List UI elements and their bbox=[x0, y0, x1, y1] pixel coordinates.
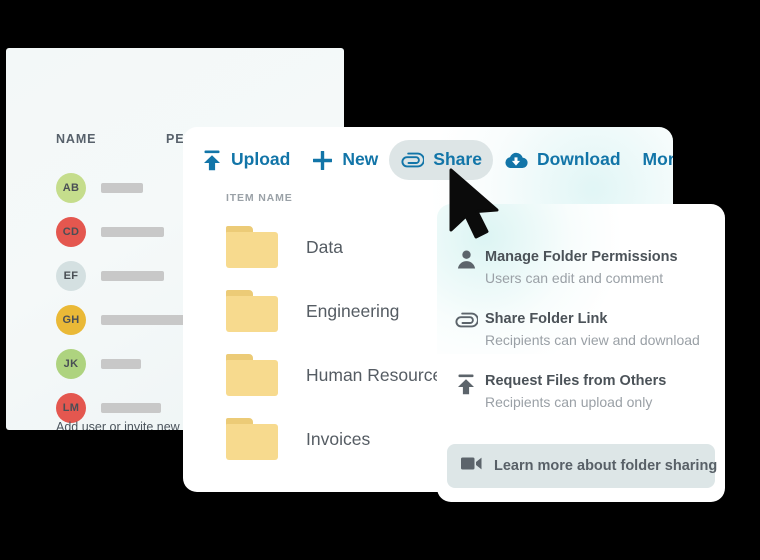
share-menu-items: Manage Folder Permissions Users can edit … bbox=[447, 238, 715, 424]
column-header-name: NAME bbox=[56, 132, 97, 146]
share-menu-item-subtitle: Recipients can view and download bbox=[485, 331, 700, 348]
toolbar-button-download[interactable]: Download bbox=[493, 140, 632, 180]
share-menu-item[interactable]: Request Files from Others Recipients can … bbox=[447, 362, 715, 424]
avatar: CD bbox=[56, 217, 86, 247]
plus-icon bbox=[312, 150, 333, 171]
folder-name: Data bbox=[306, 236, 343, 257]
file-toolbar: Upload New Share Download More bbox=[183, 127, 673, 193]
permission-bar bbox=[101, 359, 141, 369]
toolbar-button-more[interactable]: More bbox=[632, 140, 673, 180]
permission-bar bbox=[101, 403, 161, 413]
avatar: EF bbox=[56, 261, 86, 291]
folder-icon bbox=[226, 354, 278, 396]
avatar: JK bbox=[56, 349, 86, 379]
folder-icon bbox=[226, 418, 278, 460]
paperclip-icon bbox=[400, 152, 425, 168]
share-menu-item-subtitle: Recipients can upload only bbox=[485, 393, 653, 410]
folder-name: Engineering bbox=[306, 300, 400, 321]
toolbar-button-label: More bbox=[642, 149, 673, 170]
cloud-download-icon bbox=[504, 151, 528, 170]
column-header-item-name: ITEM NAME bbox=[226, 192, 293, 204]
folder-icon bbox=[226, 226, 278, 268]
toolbar-button-share[interactable]: Share bbox=[389, 140, 493, 180]
paperclip-icon bbox=[447, 310, 485, 328]
folder-icon bbox=[226, 290, 278, 332]
share-menu-item-text: Share Folder Link Recipients can view and… bbox=[485, 310, 700, 350]
person-icon bbox=[447, 248, 485, 269]
video-camera-icon bbox=[461, 456, 482, 476]
upload-icon bbox=[202, 150, 222, 171]
add-user-label: Add user or invite new pe bbox=[56, 420, 198, 430]
share-menu-item[interactable]: Share Folder Link Recipients can view and… bbox=[447, 300, 715, 362]
permission-bar bbox=[101, 271, 164, 281]
share-menu-item-title: Request Files from Others bbox=[485, 373, 667, 390]
avatar: LM bbox=[56, 393, 86, 423]
learn-more-label: Learn more about folder sharing bbox=[494, 458, 718, 474]
toolbar-button-label: Download bbox=[536, 149, 621, 170]
avatar: GH bbox=[56, 305, 86, 335]
share-menu-item[interactable]: Manage Folder Permissions Users can edit … bbox=[447, 238, 715, 300]
share-menu-item-text: Manage Folder Permissions Users can edit … bbox=[485, 248, 678, 288]
permission-bar bbox=[101, 227, 164, 237]
folder-name: Invoices bbox=[306, 428, 371, 449]
folder-name: Human Resources bbox=[306, 364, 451, 385]
share-menu-item-title: Share Folder Link bbox=[485, 311, 608, 328]
toolbar-button-upload[interactable]: Upload bbox=[191, 140, 301, 180]
avatar: AB bbox=[56, 173, 86, 203]
toolbar-button-new[interactable]: New bbox=[301, 140, 389, 180]
toolbar-button-label: New bbox=[342, 149, 379, 170]
permission-bar bbox=[101, 315, 189, 325]
share-menu-item-text: Request Files from Others Recipients can … bbox=[485, 372, 666, 412]
toolbar-button-label: Upload bbox=[231, 149, 291, 170]
learn-more-button[interactable]: Learn more about folder sharing bbox=[447, 444, 718, 488]
permission-bar bbox=[101, 183, 143, 193]
share-menu-item-subtitle: Users can edit and comment bbox=[485, 269, 664, 286]
share-dropdown-menu: Manage Folder Permissions Users can edit … bbox=[437, 204, 725, 502]
upload-icon bbox=[447, 372, 485, 395]
share-menu-item-title: Manage Folder Permissions bbox=[485, 249, 678, 265]
screenshot-stage: NAME PERMISSIONS ABCDEFGHJKLM Add user o… bbox=[0, 0, 760, 560]
toolbar-button-label: Share bbox=[433, 149, 482, 170]
